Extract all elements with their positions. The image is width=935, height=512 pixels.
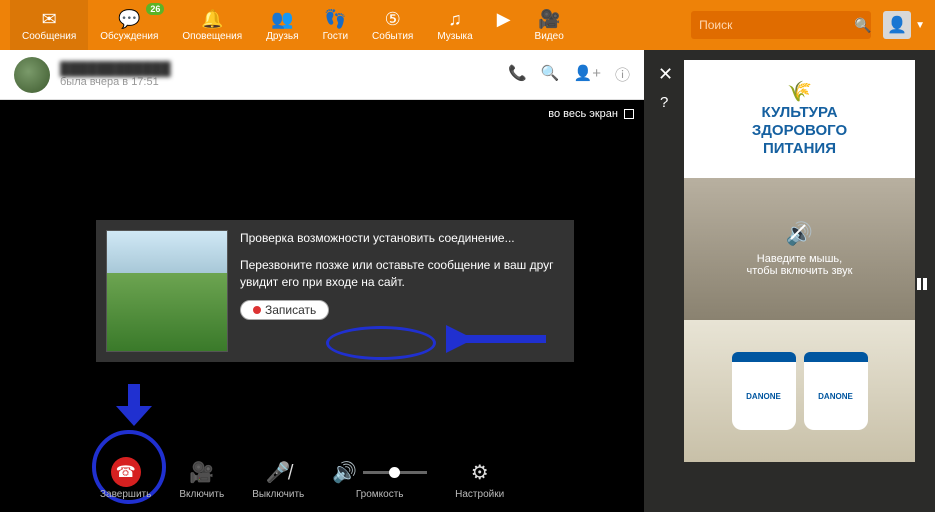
product-jar: DANONE <box>732 352 796 430</box>
volume-control[interactable]: 🔊 Громкость <box>332 459 427 500</box>
camera-icon: 🎥 <box>189 459 214 485</box>
nav-label: Обсуждения <box>100 31 158 42</box>
search-chat-icon[interactable]: 🔍 <box>541 64 560 85</box>
fullscreen-toggle[interactable]: во весь экран <box>548 108 634 120</box>
volume-slider[interactable] <box>363 471 427 474</box>
msg-title: Проверка возможности установить соединен… <box>240 230 564 247</box>
footsteps-icon: 👣 <box>324 9 346 31</box>
gear-icon: ⚙ <box>471 459 489 485</box>
person-icon: 👤 <box>887 15 907 35</box>
people-icon: 👥 <box>271 9 293 31</box>
nav-video[interactable]: 🎥 Видео <box>523 0 576 50</box>
ad-banner-2[interactable]: 🔊 Наведите мышь, чтобы включить звук <box>684 178 915 320</box>
ad-banner-3[interactable]: DANONE DANONE <box>684 320 915 462</box>
nav-messages[interactable]: ✉ Сообщения <box>10 0 88 50</box>
play-icon: ▶ <box>497 9 511 31</box>
nav-events[interactable]: ⑤ События <box>360 0 425 50</box>
mic-off-icon: 🎤̸ <box>266 459 291 485</box>
nav-label: События <box>372 31 413 42</box>
close-icon[interactable]: ✕ <box>658 64 673 85</box>
camera-toggle[interactable]: 🎥 Включить <box>179 459 224 500</box>
product-jar: DANONE <box>804 352 868 430</box>
search-input[interactable] <box>699 18 854 32</box>
nav-play[interactable]: ▶ <box>485 0 523 50</box>
end-call-button[interactable]: ☎ Завершить <box>100 459 151 500</box>
annotation-arrow-down <box>116 384 152 428</box>
fullscreen-icon <box>624 109 634 119</box>
settings-button[interactable]: ⚙ Настройки <box>455 459 504 500</box>
contact-thumbnail <box>106 230 228 352</box>
nav-guests[interactable]: 👣 Гости <box>311 0 360 50</box>
bell-icon: 🔔 <box>201 9 223 31</box>
speaker-icon: 🔊 <box>332 460 357 485</box>
nav-notifications[interactable]: 🔔 Оповещения <box>170 0 254 50</box>
profile-avatar[interactable]: 👤 <box>883 11 911 39</box>
search-icon[interactable]: 🔍 <box>854 17 871 34</box>
ad-banner-1[interactable]: 🌾 КУЛЬТУРА ЗДОРОВОГО ПИТАНИЯ <box>684 60 915 178</box>
chat-icon: 💬 <box>118 9 140 31</box>
nav-label: Сообщения <box>22 31 76 42</box>
nav-label: Музыка <box>437 31 472 42</box>
profile-caret[interactable]: ▼ <box>915 20 925 31</box>
chat-header: ████████████ была вчера в 17:51 📞 🔍 👤+ ⓘ <box>0 50 644 100</box>
help-icon[interactable]: ? <box>660 94 668 111</box>
user-name[interactable]: ████████████ <box>60 61 508 76</box>
video-icon: 🎥 <box>538 9 560 31</box>
user-status: была вчера в 17:51 <box>60 76 508 88</box>
badge: 26 <box>146 3 164 15</box>
nav-label: Видео <box>535 31 564 42</box>
call-area: во весь экран Проверка возможности устан… <box>0 100 644 512</box>
pause-handle[interactable] <box>917 278 927 290</box>
hangup-icon: ☎ <box>111 457 141 487</box>
music-icon: ♫ <box>448 9 462 31</box>
nav-friends[interactable]: 👥 Друзья <box>254 0 310 50</box>
nav-discussions[interactable]: 💬 26 Обсуждения <box>88 0 170 50</box>
connection-message: Проверка возможности установить соединен… <box>96 220 574 362</box>
info-icon[interactable]: ⓘ <box>615 64 630 85</box>
envelope-icon: ✉ <box>42 9 57 31</box>
mic-toggle[interactable]: 🎤̸ Выключить <box>252 459 304 500</box>
nav-label: Оповещения <box>182 31 242 42</box>
search-box[interactable]: 🔍 <box>691 11 871 39</box>
muted-speaker-icon: 🔊 <box>786 221 813 247</box>
record-button[interactable]: Записать <box>240 300 329 320</box>
call-icon[interactable]: 📞 <box>508 64 527 85</box>
add-user-icon[interactable]: 👤+ <box>574 64 601 85</box>
nav-label: Гости <box>323 31 348 42</box>
record-dot-icon <box>253 306 261 314</box>
nav-label: Друзья <box>266 31 298 42</box>
msg-body: Перезвоните позже или оставьте сообщение… <box>240 257 564 291</box>
user-avatar[interactable] <box>14 57 50 93</box>
nav-music[interactable]: ♫ Музыка <box>425 0 484 50</box>
nav-label <box>502 31 505 42</box>
events-icon: ⑤ <box>385 9 401 31</box>
wheat-icon: 🌾 <box>752 80 847 104</box>
